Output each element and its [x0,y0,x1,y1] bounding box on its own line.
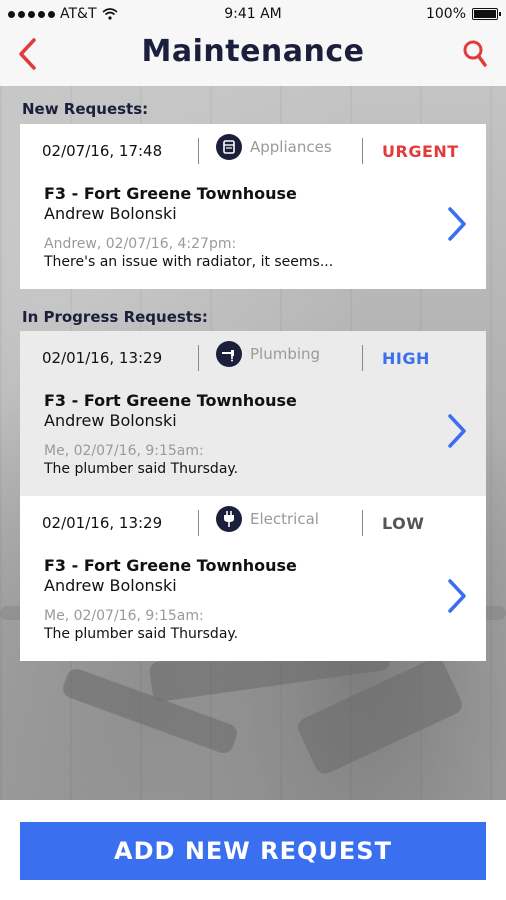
request-date: 02/07/16, 17:48 [42,142,163,160]
tenant-name: Andrew Bolonski [44,411,177,430]
category-label: Plumbing [250,345,321,363]
message-meta: Andrew, 02/07/16, 4:27pm: [44,236,237,252]
divider [198,345,199,371]
request-category: Appliances [216,134,332,160]
chevron-right-icon[interactable] [446,578,468,614]
status-bar: AT&T 9:41 AM 100% [0,0,506,30]
divider [362,345,363,371]
chevron-right-icon[interactable] [446,206,468,242]
bottom-action-bar: ADD NEW REQUEST [0,800,506,900]
divider [362,510,363,536]
appliance-icon [216,134,242,160]
message-preview: The plumber said Thursday. [44,626,239,642]
search-button[interactable] [460,36,490,72]
message-preview: The plumber said Thursday. [44,461,239,477]
plumbing-icon [216,341,242,367]
request-date: 02/01/16, 13:29 [42,514,163,532]
request-category: Electrical [216,506,319,532]
battery-percent: 100% [425,6,466,22]
category-label: Appliances [250,138,332,156]
request-card-header: 02/01/16, 13:29 Plumbing HIGH [20,331,486,387]
request-card-appliances[interactable]: 02/07/16, 17:48 Appliances URGENT F3 - F… [20,124,486,289]
request-category: Plumbing [216,341,320,367]
property-name: F3 - Fort Greene Townhouse [44,556,297,575]
request-date: 02/01/16, 13:29 [42,349,163,367]
priority-badge: LOW [382,514,425,533]
electrical-plug-icon [216,506,242,532]
section-label-new-requests: New Requests: [22,100,149,118]
priority-badge: URGENT [382,142,459,161]
divider [198,510,199,536]
request-card-header: 02/07/16, 17:48 Appliances URGENT [20,124,486,180]
search-icon [463,40,487,67]
priority-badge: HIGH [382,349,430,368]
category-label: Electrical [250,510,319,528]
divider [198,138,199,164]
battery-status: 100% [425,6,501,22]
message-meta: Me, 02/07/16, 9:15am: [44,443,204,459]
add-new-request-button[interactable]: ADD NEW REQUEST [20,822,486,880]
request-card-header: 02/01/16, 13:29 Electrical LOW [20,496,486,552]
battery-icon [472,8,501,20]
message-meta: Me, 02/07/16, 9:15am: [44,608,204,624]
property-name: F3 - Fort Greene Townhouse [44,391,297,410]
nav-bar: Maintenance [0,30,506,86]
divider [362,138,363,164]
request-card-electrical[interactable]: 02/01/16, 13:29 Electrical LOW F3 - Fort… [20,496,486,661]
page-title: Maintenance [141,34,365,69]
tenant-name: Andrew Bolonski [44,204,177,223]
request-card-plumbing[interactable]: 02/01/16, 13:29 Plumbing HIGH F3 - Fort … [20,331,486,496]
section-label-in-progress: In Progress Requests: [22,308,208,326]
chevron-right-icon[interactable] [446,413,468,449]
property-name: F3 - Fort Greene Townhouse [44,184,297,203]
message-preview: There's an issue with radiator, it seems… [44,254,334,270]
tenant-name: Andrew Bolonski [44,576,177,595]
